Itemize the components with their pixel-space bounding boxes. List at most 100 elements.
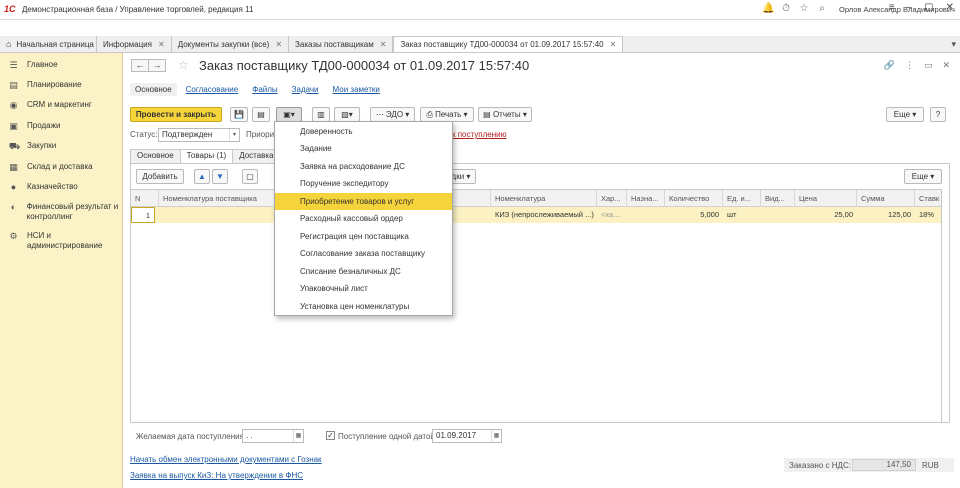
goznak-exchange-link[interactable]: Начать обмен электронными документами с … — [130, 455, 322, 464]
tab-goods[interactable]: Товары (1) — [179, 149, 234, 163]
edo-button[interactable]: ⋯ ЭДО ▾ — [370, 107, 415, 122]
col-qty[interactable]: Количество — [665, 190, 723, 207]
col-vat[interactable]: Ставк — [915, 190, 941, 207]
col-price[interactable]: Цена — [795, 190, 857, 207]
favorite-star-icon[interactable]: ☆ — [178, 58, 189, 72]
bell-icon[interactable]: 🔔 — [762, 3, 774, 15]
post-button[interactable]: ▤ — [252, 107, 270, 122]
close-tab-icon[interactable]: ✕ — [610, 40, 617, 49]
create-based-on-button[interactable]: ▣▾ — [276, 107, 302, 122]
tab-home[interactable]: ⌂ Начальная страница — [0, 36, 97, 52]
add-row-button[interactable]: Добавить — [136, 169, 184, 184]
history-icon[interactable]: ⏱ — [780, 3, 792, 15]
sidebar-item-finance[interactable]: ◐ Финансовый результат и контроллинг — [0, 202, 123, 222]
menu-item-task[interactable]: Задание — [275, 140, 452, 157]
move-up-button[interactable]: ▲ — [194, 169, 210, 184]
search-icon[interactable]: ⌕ — [816, 3, 828, 15]
close-tab-icon[interactable]: ✕ — [380, 40, 387, 49]
post-and-close-button[interactable]: Провести и закрыть — [130, 107, 222, 122]
subnav-notes[interactable]: Мои заметки — [328, 83, 385, 96]
tab-main[interactable]: Основное — [130, 149, 181, 163]
col-n[interactable]: N — [131, 190, 159, 207]
menu-item-cash-request[interactable]: Заявка на расходование ДС — [275, 158, 452, 175]
menu-item-forwarder-order[interactable]: Поручение экспедитору — [275, 175, 452, 192]
link-icon[interactable]: 🔗 — [884, 60, 895, 71]
cell-sum[interactable]: 125,00 — [857, 207, 915, 223]
menu-item-noncash-writeoff[interactable]: Списание безналичных ДС — [275, 263, 452, 280]
star-icon[interactable]: ☆ — [798, 3, 810, 15]
cell-vat[interactable]: 18% — [915, 207, 941, 223]
cell-purpose[interactable] — [627, 207, 665, 223]
single-date-field[interactable]: 01.09.2017 ▦ — [432, 429, 502, 443]
tab-current-order[interactable]: Заказ поставщику ТД00-000034 от 01.09.20… — [393, 36, 624, 52]
subnav-approval[interactable]: Согласование — [181, 83, 244, 96]
menu-item-order-approval[interactable]: Согласование заказа поставщику — [275, 245, 452, 262]
sidebar-item-nsi[interactable]: ⚙ НСИ и администрирование — [0, 231, 123, 251]
menu-item-power-of-attorney[interactable]: Доверенность — [275, 123, 452, 140]
status-select[interactable]: Подтвержден ▾ — [158, 128, 240, 142]
calendar-icon[interactable]: ▦ — [293, 430, 303, 442]
help-button[interactable]: ? — [930, 107, 946, 122]
sidebar-item-crm[interactable]: ◉ CRM и маркетинг — [0, 100, 123, 110]
cell-qty[interactable]: 5,000 — [665, 207, 723, 223]
sidebar-item-sales[interactable]: ▣ Продажи — [0, 121, 123, 131]
forward-arrow-icon[interactable]: → — [148, 59, 166, 72]
col-kind[interactable]: Вид... — [761, 190, 795, 207]
subnav-tasks[interactable]: Задачи — [287, 83, 324, 96]
minimize-icon[interactable]: – — [907, 2, 913, 13]
col-purpose[interactable]: Назна... — [627, 190, 665, 207]
more-button[interactable]: Еще ▾ — [886, 107, 924, 122]
single-date-label: Поступление одной датой — [338, 432, 435, 441]
calendar-icon[interactable]: ▦ — [491, 430, 501, 442]
close-tab-icon[interactable]: ✕ — [275, 40, 282, 49]
single-date-checkbox[interactable]: ✓ — [326, 431, 335, 440]
col-item[interactable]: Номенклатура — [491, 190, 597, 207]
attach-button[interactable]: ▧▾ — [334, 107, 360, 122]
sidebar-item-purchases[interactable]: ⛟ Закупки — [0, 141, 123, 151]
menu-item-supplier-prices[interactable]: Регистрация цен поставщика — [275, 228, 452, 245]
move-down-button[interactable]: ▼ — [212, 169, 228, 184]
menu-icon[interactable]: ≡ — [889, 2, 895, 13]
table-row[interactable]: 1 КИЗ (непрослеживаемый ...) <ха... 5,00… — [131, 207, 941, 223]
copy-row-button[interactable]: ▢ — [242, 169, 258, 184]
menu-item-cash-out-order[interactable]: Расходный кассовый ордер — [275, 210, 452, 227]
close-icon[interactable]: ✕ — [946, 2, 954, 13]
tabs-list-icon[interactable]: ▾ — [951, 39, 956, 50]
structure-button[interactable]: ▥ — [312, 107, 330, 122]
close-icon[interactable]: ✕ — [942, 60, 950, 71]
print-button[interactable]: ⎙ Печать ▾ — [420, 107, 474, 122]
menu-item-packing-list[interactable]: Упаковочный лист — [275, 280, 452, 297]
col-char[interactable]: Хар... — [597, 190, 627, 207]
menu-item-set-prices[interactable]: Установка цен номенклатуры — [275, 298, 452, 315]
back-arrow-icon[interactable]: ← — [131, 59, 149, 72]
tab-supplier-orders[interactable]: Заказы поставщикам ✕ — [289, 36, 394, 52]
more-vertical-icon[interactable]: ⋮ — [905, 60, 914, 71]
menu-item-goods-receipt[interactable]: Приобретение товаров и услуг — [275, 193, 452, 210]
reports-button[interactable]: ▤ Отчеты ▾ — [478, 107, 532, 122]
cell-price[interactable]: 25,00 — [795, 207, 857, 223]
save-button[interactable]: 💾 — [230, 107, 248, 122]
sidebar-item-treasury[interactable]: ● Казначейство — [0, 182, 123, 192]
col-unit[interactable]: Ед. и... — [723, 190, 761, 207]
kiz-request-link[interactable]: Заявка на выпуск КиЗ: На утверждении в Ф… — [130, 471, 303, 480]
cell-item[interactable]: КИЗ (непрослеживаемый ...) — [491, 207, 597, 223]
sidebar-item-planning[interactable]: ▤ Планирование — [0, 80, 123, 90]
sidebar-item-main[interactable]: ☰ Главное — [0, 60, 123, 70]
subnav-files[interactable]: Файлы — [247, 83, 282, 96]
row-number[interactable]: 1 — [131, 207, 155, 223]
to-receipt-link[interactable]: к поступлению — [452, 130, 507, 139]
cell-char[interactable]: <ха... — [597, 207, 627, 223]
restore-icon[interactable]: ▭ — [924, 60, 933, 71]
desired-date-field[interactable]: . . ▦ — [242, 429, 304, 443]
col-sum[interactable]: Сумма — [857, 190, 915, 207]
subnav-main[interactable]: Основное — [130, 83, 177, 96]
table-more-button[interactable]: Еще ▾ — [904, 169, 942, 184]
close-tab-icon[interactable]: ✕ — [158, 40, 165, 49]
tab-purchase-docs[interactable]: Документы закупки (все) ✕ — [172, 36, 290, 52]
sidebar-item-warehouse[interactable]: ▦ Склад и доставка — [0, 162, 123, 172]
chevron-down-icon[interactable]: ▾ — [229, 129, 239, 141]
maximize-icon[interactable]: ▢ — [924, 2, 933, 13]
tab-info[interactable]: Информация ✕ — [97, 36, 172, 52]
cell-unit[interactable]: шт — [723, 207, 761, 223]
cell-kind[interactable] — [761, 207, 795, 223]
